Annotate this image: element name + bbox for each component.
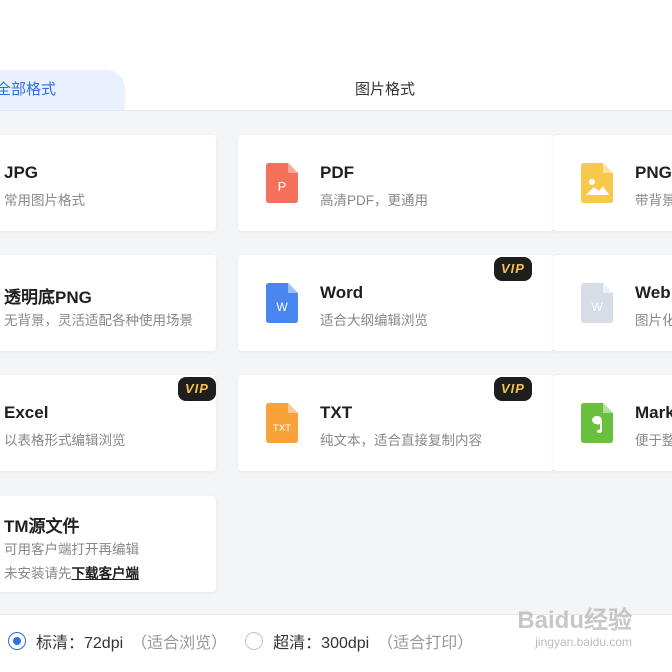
radio-ultra[interactable] bbox=[245, 632, 264, 650]
format-desc: 带背景 bbox=[635, 193, 672, 208]
download-client-link[interactable]: 下载客户端 bbox=[72, 566, 140, 581]
format-title: Web bbox=[635, 283, 671, 302]
pdf-icon: P bbox=[266, 163, 298, 203]
markdown-icon bbox=[581, 403, 613, 443]
format-title: Word bbox=[320, 283, 364, 302]
format-desc: 适合大纲编辑浏览 bbox=[320, 313, 428, 328]
format-desc: 以表格形式编辑浏览 bbox=[4, 433, 126, 448]
format-title: Mark bbox=[635, 403, 672, 422]
png-icon bbox=[581, 163, 613, 203]
svg-text:W: W bbox=[591, 300, 603, 314]
watermark-url: jingyan.baidu.com bbox=[535, 635, 632, 649]
vip-badge: VIP bbox=[178, 377, 216, 401]
vip-badge: VIP bbox=[494, 377, 532, 401]
txt-icon: TXT bbox=[266, 403, 298, 443]
format-title: TXT bbox=[320, 403, 353, 422]
radio-standard[interactable] bbox=[8, 632, 26, 650]
format-desc: 纯文本，适合直接复制内容 bbox=[320, 433, 482, 448]
format-desc: 便于整理 bbox=[635, 433, 672, 448]
format-card-jpg[interactable]: JPG 常用图片格式 bbox=[0, 135, 216, 231]
format-desc: 可用客户端打开再编辑 bbox=[4, 542, 139, 557]
standard-label[interactable]: 标清：72dpi bbox=[36, 629, 123, 653]
format-title: Excel bbox=[4, 403, 49, 422]
format-card-png[interactable]: PNG 带背景 bbox=[553, 135, 672, 231]
standard-hint: （适合浏览） bbox=[131, 635, 228, 652]
format-card-web[interactable]: W Web 图片化 bbox=[553, 255, 672, 351]
tab-all-formats[interactable]: 全部格式 bbox=[0, 70, 125, 111]
svg-text:P: P bbox=[278, 179, 287, 194]
word-icon: W bbox=[266, 283, 298, 323]
format-title: JPG bbox=[4, 163, 39, 182]
vip-badge: VIP bbox=[494, 257, 532, 281]
format-card-markdown[interactable]: Mark 便于整理 bbox=[553, 375, 672, 471]
format-title: PNG bbox=[635, 163, 672, 182]
download-prefix: 未安装请先 bbox=[4, 566, 72, 581]
format-desc: 图片化 bbox=[635, 313, 672, 328]
baidu-watermark: Baidu经验 jingyan.baidu.com bbox=[517, 600, 632, 649]
ultra-label[interactable]: 超清：300dpi bbox=[273, 629, 369, 653]
export-format-dialog: 全部格式 图片格式 JPG 常用图片格式 P PDF 高清PDF，更通用 PNG… bbox=[0, 0, 672, 672]
format-desc: 高清PDF，更通用 bbox=[320, 193, 428, 208]
tab-image-formats[interactable]: 图片格式 bbox=[330, 70, 440, 110]
format-desc: 无背景，灵活适配各种使用场景 bbox=[4, 313, 193, 328]
watermark-brand: Baidu经验 bbox=[517, 607, 632, 634]
format-card-pdf[interactable]: P PDF 高清PDF，更通用 bbox=[238, 135, 554, 231]
svg-text:W: W bbox=[276, 300, 288, 314]
format-title: TM源文件 bbox=[4, 517, 80, 536]
format-desc: 常用图片格式 bbox=[4, 193, 85, 208]
format-title: 透明底PNG bbox=[4, 288, 92, 307]
ultra-hint: （适合打印） bbox=[377, 635, 474, 652]
format-title: PDF bbox=[320, 163, 354, 182]
web-icon: W bbox=[581, 283, 613, 323]
format-card-transparent-png[interactable]: 透明底PNG 无背景，灵活适配各种使用场景 bbox=[0, 255, 216, 351]
tabs-divider bbox=[0, 110, 672, 111]
format-card-tm-source[interactable]: TM源文件 可用客户端打开再编辑 未安装请先下载客户端 bbox=[0, 496, 216, 592]
quality-options: 标清：72dpi （适合浏览） 超清：300dpi （适合打印） bbox=[8, 629, 473, 653]
svg-text:TXT: TXT bbox=[273, 423, 291, 434]
format-desc-download: 未安装请先下载客户端 bbox=[4, 562, 139, 582]
